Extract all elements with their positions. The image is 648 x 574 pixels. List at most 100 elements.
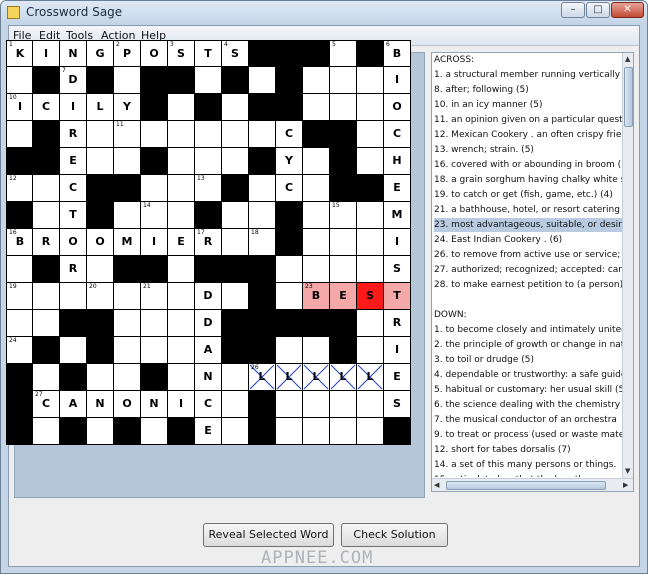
- clue-item[interactable]: 13. wrench; strain. (5): [434, 143, 622, 157]
- grid-cell[interactable]: [168, 94, 195, 121]
- grid-cell[interactable]: [114, 283, 141, 310]
- grid-cell[interactable]: 16 B: [6, 229, 33, 256]
- maximize-button[interactable]: □: [586, 2, 610, 18]
- grid-cell[interactable]: E: [195, 418, 222, 445]
- grid-cell[interactable]: E: [384, 175, 411, 202]
- grid-cell[interactable]: [6, 67, 33, 94]
- scroll-left-arrow-icon[interactable]: ◀: [434, 481, 439, 489]
- grid-cell[interactable]: 12: [6, 175, 33, 202]
- grid-cell[interactable]: [276, 283, 303, 310]
- scroll-up-arrow-icon[interactable]: ▲: [625, 55, 630, 63]
- grid-cell[interactable]: [168, 283, 195, 310]
- vertical-scrollbar[interactable]: ▲ ▼: [622, 53, 633, 478]
- grid-cell[interactable]: 15: [330, 202, 357, 229]
- grid-cell[interactable]: [114, 310, 141, 337]
- grid-cell[interactable]: [357, 337, 384, 364]
- grid-cell[interactable]: I: [60, 94, 87, 121]
- scroll-down-arrow-icon[interactable]: ▼: [625, 467, 630, 475]
- clue-item[interactable]: 21. a bathhouse, hotel, or resort cateri…: [434, 203, 622, 217]
- grid-cell[interactable]: [249, 67, 276, 94]
- grid-cell[interactable]: L: [330, 364, 357, 391]
- clue-item[interactable]: 6. the science dealing with the chemistr…: [434, 398, 622, 412]
- grid-cell[interactable]: Y: [114, 94, 141, 121]
- grid-cell[interactable]: N: [87, 391, 114, 418]
- grid-cell[interactable]: [33, 202, 60, 229]
- grid-cell[interactable]: [168, 310, 195, 337]
- grid-cell[interactable]: R: [60, 121, 87, 148]
- grid-cell[interactable]: [303, 202, 330, 229]
- grid-cell[interactable]: [87, 256, 114, 283]
- grid-cell[interactable]: [222, 283, 249, 310]
- grid-cell[interactable]: [303, 175, 330, 202]
- grid-cell[interactable]: O: [87, 229, 114, 256]
- clue-item[interactable]: 8. after; following (5): [434, 83, 622, 97]
- grid-cell[interactable]: I: [384, 337, 411, 364]
- grid-cell[interactable]: [249, 202, 276, 229]
- clue-item[interactable]: 10. in an icy manner (5): [434, 98, 622, 112]
- grid-cell[interactable]: E: [60, 148, 87, 175]
- grid-cell[interactable]: H: [384, 148, 411, 175]
- clue-item[interactable]: 18. a grain sorghum having chalky white …: [434, 173, 622, 187]
- grid-cell[interactable]: 13: [195, 175, 222, 202]
- grid-cell[interactable]: [33, 364, 60, 391]
- grid-cell[interactable]: 18: [249, 229, 276, 256]
- grid-cell[interactable]: D: [195, 283, 222, 310]
- grid-cell[interactable]: [330, 256, 357, 283]
- grid-cell[interactable]: C: [276, 175, 303, 202]
- clue-item[interactable]: 19. to catch or get (fish, game, etc.) (…: [434, 188, 622, 202]
- clue-item[interactable]: 9. to treat or process (used or waste ma…: [434, 428, 622, 442]
- grid-cell[interactable]: [60, 337, 87, 364]
- grid-cell[interactable]: [357, 94, 384, 121]
- grid-cell[interactable]: [114, 364, 141, 391]
- grid-cell[interactable]: 19: [6, 283, 33, 310]
- grid-cell[interactable]: I: [384, 67, 411, 94]
- grid-cell[interactable]: A: [195, 337, 222, 364]
- grid-cell[interactable]: I: [141, 229, 168, 256]
- close-button[interactable]: ✕: [611, 2, 644, 18]
- grid-cell[interactable]: [168, 121, 195, 148]
- grid-cell[interactable]: D: [195, 310, 222, 337]
- grid-cell[interactable]: [222, 229, 249, 256]
- grid-cell[interactable]: 23 B: [303, 283, 330, 310]
- grid-cell[interactable]: [87, 364, 114, 391]
- grid-cell[interactable]: M: [114, 229, 141, 256]
- grid-cell[interactable]: [6, 256, 33, 283]
- grid-cell[interactable]: T: [384, 283, 411, 310]
- grid-cell[interactable]: 2P: [114, 40, 141, 67]
- grid-cell[interactable]: [357, 391, 384, 418]
- clue-item[interactable]: 26. to remove from active use or service…: [434, 248, 622, 262]
- clue-item[interactable]: 7. the musical conductor of an orchestra: [434, 413, 622, 427]
- grid-cell[interactable]: [141, 337, 168, 364]
- grid-cell[interactable]: [357, 121, 384, 148]
- grid-cell[interactable]: [222, 418, 249, 445]
- clue-item[interactable]: 24. East Indian Cookery . (6): [434, 233, 622, 247]
- reveal-selected-word-button[interactable]: Reveal Selected Word: [203, 523, 334, 547]
- grid-cell[interactable]: [33, 310, 60, 337]
- grid-cell[interactable]: [6, 121, 33, 148]
- grid-cell[interactable]: [357, 310, 384, 337]
- grid-cell[interactable]: S: [384, 256, 411, 283]
- grid-cell[interactable]: C: [384, 121, 411, 148]
- grid-cell[interactable]: N: [141, 391, 168, 418]
- grid-cell[interactable]: [141, 310, 168, 337]
- grid-cell[interactable]: T: [195, 40, 222, 67]
- vertical-scroll-thumb[interactable]: [624, 67, 633, 127]
- grid-cell[interactable]: E: [384, 364, 411, 391]
- grid-cell[interactable]: [60, 283, 87, 310]
- grid-cell[interactable]: O: [141, 40, 168, 67]
- clue-item[interactable]: 23. most advantageous, suitable, or desi…: [434, 218, 622, 232]
- grid-cell[interactable]: L: [357, 364, 384, 391]
- grid-cell[interactable]: O: [60, 229, 87, 256]
- check-solution-button[interactable]: Check Solution: [341, 523, 448, 547]
- grid-cell[interactable]: [87, 121, 114, 148]
- grid-cell[interactable]: I: [33, 40, 60, 67]
- grid-cell[interactable]: 4S: [222, 40, 249, 67]
- grid-cell[interactable]: [330, 67, 357, 94]
- grid-cell[interactable]: 5: [330, 40, 357, 67]
- clue-item[interactable]: 16. covered with or abounding in broom (…: [434, 158, 622, 172]
- clue-item[interactable]: 4. dependable or trustworthy: a safe gui…: [434, 368, 622, 382]
- grid-cell[interactable]: 14: [141, 202, 168, 229]
- grid-cell[interactable]: [168, 337, 195, 364]
- grid-cell[interactable]: 1K: [6, 40, 33, 67]
- grid-cell[interactable]: [303, 418, 330, 445]
